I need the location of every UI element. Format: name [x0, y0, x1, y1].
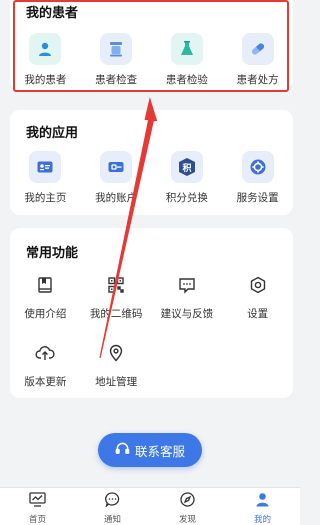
apps-item-service-settings[interactable]: 服务设置 — [222, 151, 293, 205]
common-item-label: 我的二维码 — [89, 308, 143, 320]
compass-icon — [180, 492, 195, 511]
apps-item-label: 我的主页 — [24, 192, 67, 204]
cloud-upload-icon — [31, 339, 59, 367]
apps-item-points[interactable]: 积 积分兑换 — [152, 151, 223, 205]
apps-section-title: 我的应用 — [26, 126, 79, 141]
patients-item-lab-test[interactable]: 患者检验 — [152, 33, 223, 87]
apps-item-account[interactable]: 我的账户 — [81, 151, 152, 205]
tab-label: 发现 — [178, 515, 196, 525]
location-pin-icon — [102, 339, 130, 367]
patients-item-checkup[interactable]: 患者检查 — [81, 33, 152, 87]
flask-icon — [170, 33, 203, 65]
id-card-icon — [29, 151, 62, 183]
person-icon — [29, 33, 62, 65]
common-item-label: 地址管理 — [95, 376, 138, 388]
contact-service-label: 联系客服 — [134, 443, 185, 459]
common-functions-card: 常用功能 使用介绍 我的二维码 建议与反馈 设置 版本更新 地址管理 — [10, 228, 293, 398]
book-icon — [31, 271, 59, 299]
apps-item-homepage[interactable]: 我的主页 — [10, 151, 81, 205]
apps-item-label: 积分兑换 — [165, 192, 208, 204]
common-item-address[interactable]: 地址管理 — [81, 339, 152, 389]
common-item-label: 使用介绍 — [24, 308, 67, 320]
common-item-guide[interactable]: 使用介绍 — [10, 271, 81, 321]
hexagon-settings-icon — [244, 271, 272, 299]
common-item-label: 设置 — [247, 308, 269, 320]
tab-home[interactable]: 首页 — [0, 488, 75, 525]
chat-bubble-icon — [105, 492, 120, 511]
wallet-icon — [100, 151, 133, 183]
common-item-version-update[interactable]: 版本更新 — [10, 339, 81, 389]
tab-discover[interactable]: 发现 — [150, 488, 225, 525]
patients-item-label: 我的患者 — [24, 74, 67, 86]
patients-card: 我的患者 我的患者 患者检查 患者检验 患者处方 — [10, 0, 293, 90]
common-item-settings[interactable]: 设置 — [222, 271, 293, 321]
pill-icon — [241, 33, 274, 65]
tab-label: 首页 — [28, 515, 46, 525]
patients-item-prescription[interactable]: 患者处方 — [222, 33, 293, 87]
tab-notifications[interactable]: 通知 — [75, 488, 150, 525]
contact-service-button[interactable]: 联系客服 — [98, 433, 202, 467]
points-icon-glyph: 积 — [182, 162, 191, 174]
common-item-label: 建议与反馈 — [160, 308, 214, 320]
common-item-feedback[interactable]: 建议与反馈 — [152, 271, 223, 321]
checkup-icon — [100, 33, 133, 65]
tab-label: 通知 — [103, 515, 121, 525]
monitor-icon — [29, 492, 46, 511]
points-icon: 积 — [170, 151, 203, 183]
bottom-tab-bar: 首页 通知 发现 我的 — [0, 487, 300, 525]
patients-item-label: 患者处方 — [236, 74, 279, 86]
feedback-icon — [173, 271, 201, 299]
qr-code-icon — [102, 271, 130, 299]
apps-item-label: 服务设置 — [236, 192, 279, 204]
headset-icon — [115, 441, 130, 459]
patients-item-my-patients[interactable]: 我的患者 — [10, 33, 81, 87]
settings-icon — [241, 151, 274, 183]
apps-item-label: 我的账户 — [95, 192, 138, 204]
user-icon — [255, 492, 270, 511]
apps-card: 我的应用 我的主页 我的账户 积 积分兑换 服务设置 — [10, 110, 293, 215]
common-item-qr-code[interactable]: 我的二维码 — [81, 271, 152, 321]
common-section-title: 常用功能 — [26, 246, 79, 261]
patients-item-label: 患者检验 — [165, 74, 208, 86]
patients-section-title: 我的患者 — [26, 6, 79, 21]
patients-item-label: 患者检查 — [95, 74, 138, 86]
tab-label: 我的 — [253, 515, 271, 525]
common-item-label: 版本更新 — [24, 376, 67, 388]
tab-mine[interactable]: 我的 — [225, 488, 300, 525]
